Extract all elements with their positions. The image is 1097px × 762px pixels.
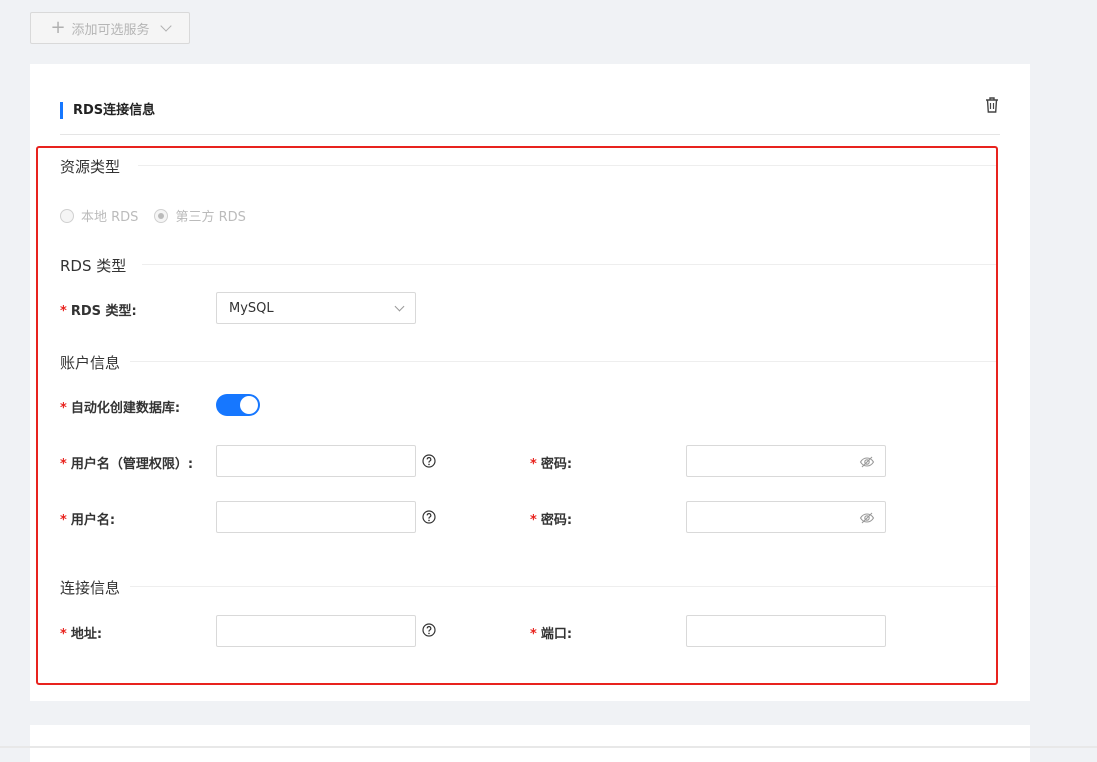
address-label-text: 地址: xyxy=(70,627,103,642)
add-service-label: 添加可选服务 xyxy=(71,22,150,38)
eye-invisible-icon[interactable] xyxy=(859,454,875,470)
required-mark: * xyxy=(60,401,67,416)
resource-type-radio-group: 本地 RDS 第三方 RDS xyxy=(60,206,246,225)
rds-type-select[interactable]: MySQL xyxy=(216,292,416,324)
question-circle-icon[interactable] xyxy=(422,623,436,637)
group-title-rds-type: RDS 类型 xyxy=(60,257,127,275)
group-divider xyxy=(142,264,996,265)
chevron-down-icon xyxy=(394,301,405,312)
admin-password-label: * 密码: xyxy=(530,453,572,472)
required-mark: * xyxy=(530,513,537,528)
next-card xyxy=(30,725,1030,762)
username-label-text: 用户名: xyxy=(70,513,116,528)
chevron-down-icon xyxy=(159,20,172,32)
port-label: * 端口: xyxy=(530,623,572,642)
required-mark: * xyxy=(60,627,67,642)
section-title: RDS连接信息 xyxy=(60,102,155,119)
admin-username-label-text: 用户名（管理权限）: xyxy=(70,457,194,472)
rds-type-label-text: RDS 类型: xyxy=(70,304,137,319)
rds-type-value: MySQL xyxy=(229,300,274,316)
question-circle-icon[interactable] xyxy=(422,454,436,468)
eye-invisible-icon[interactable] xyxy=(859,510,875,526)
plus-icon: + xyxy=(50,17,66,38)
trash-icon[interactable] xyxy=(985,97,999,113)
bottom-divider xyxy=(0,746,1097,748)
admin-password-input[interactable] xyxy=(686,445,886,477)
port-input[interactable] xyxy=(686,615,886,647)
group-title-connection: 连接信息 xyxy=(60,579,121,597)
username-label: * 用户名: xyxy=(60,509,115,528)
required-mark: * xyxy=(530,457,537,472)
port-label-text: 端口: xyxy=(540,627,573,642)
admin-password-label-text: 密码: xyxy=(540,457,573,472)
group-title-account: 账户信息 xyxy=(60,354,121,372)
auto-create-db-label: * 自动化创建数据库: xyxy=(60,397,180,416)
question-circle-icon[interactable] xyxy=(422,510,436,524)
rds-connection-card: RDS连接信息 资源类型 本地 RDS 第三方 RDS RDS 类型 * RDS … xyxy=(30,64,1030,701)
group-divider xyxy=(130,586,996,587)
user-password-input[interactable] xyxy=(686,501,886,533)
address-label: * 地址: xyxy=(60,623,102,642)
toggle-knob xyxy=(240,396,258,414)
admin-username-label: * 用户名（管理权限）: xyxy=(60,453,193,472)
radio-third-party-rds[interactable]: 第三方 RDS xyxy=(154,206,246,225)
radio-label: 第三方 RDS xyxy=(175,210,246,225)
required-mark: * xyxy=(60,304,67,319)
radio-local-rds[interactable]: 本地 RDS xyxy=(60,206,138,225)
group-divider xyxy=(138,165,996,166)
add-optional-service-button[interactable]: + 添加可选服务 xyxy=(30,12,190,44)
header-divider xyxy=(60,134,1000,135)
rds-type-label: * RDS 类型: xyxy=(60,300,137,319)
required-mark: * xyxy=(60,457,67,472)
required-mark: * xyxy=(530,627,537,642)
radio-label: 本地 RDS xyxy=(81,210,139,225)
required-mark: * xyxy=(60,513,67,528)
radio-circle[interactable] xyxy=(60,208,74,223)
user-password-label-text: 密码: xyxy=(540,513,573,528)
admin-username-input[interactable] xyxy=(216,445,416,477)
group-divider xyxy=(130,361,996,362)
highlight-box xyxy=(36,146,998,685)
auto-create-db-toggle[interactable] xyxy=(216,394,260,416)
username-input[interactable] xyxy=(216,501,416,533)
address-input[interactable] xyxy=(216,615,416,647)
group-title-resource-type: 资源类型 xyxy=(60,158,121,176)
radio-circle-checked[interactable] xyxy=(154,208,169,223)
auto-create-db-label-text: 自动化创建数据库: xyxy=(70,401,181,416)
user-password-label: * 密码: xyxy=(530,509,572,528)
